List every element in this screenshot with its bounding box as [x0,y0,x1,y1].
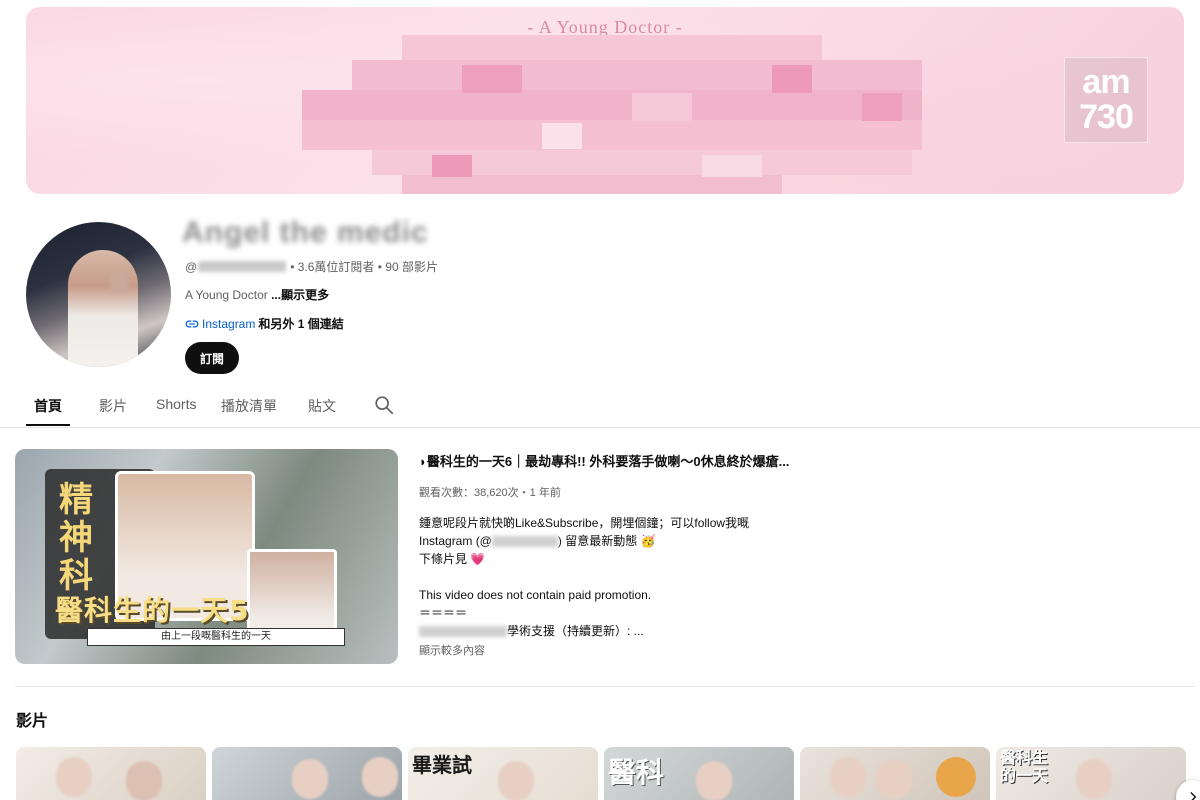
desc-line: ＝＝＝＝ [419,606,468,620]
desc-blank-line [419,568,749,586]
video-thumbnail[interactable] [800,747,990,800]
logo-line2: 730 [1079,98,1134,136]
video-thumbnail[interactable]: 畢業試 [408,747,598,800]
video-thumbnail[interactable] [212,747,402,800]
video-thumbnail[interactable] [16,747,206,800]
channel-name: Angel the medic [182,216,429,249]
channel-avatar[interactable] [26,222,171,367]
desc-line: This video does not contain paid promoti… [419,588,652,602]
thumb-food [936,757,976,797]
tab-posts[interactable]: 貼文 [308,396,336,416]
thumb-face [876,759,912,799]
thumb-text: 醫科生的一天 [1000,748,1049,785]
handle-redacted [491,536,558,548]
desc-line: 鍾意呢段片就快啲Like&Subscribe，開埋個鐘；可以follow我嘅 [419,516,750,530]
active-tab-indicator [26,424,70,426]
featured-video-description: 鍾意呢段片就快啲Like&Subscribe，開埋個鐘；可以follow我嘅 I… [419,514,749,640]
link-icon [185,319,199,328]
show-more-button[interactable]: 顯示較多內容 [419,642,485,658]
avatar-face-blur [110,270,128,292]
thumb-text: 醫科 [608,756,665,789]
tab-playlists[interactable]: 播放清單 [221,396,277,416]
search-icon[interactable] [373,394,395,416]
channel-meta: @ • 3.6萬位訂閱者 • 90 部影片 [185,258,438,275]
thumb-title: 醫科生的一天5 [55,594,250,627]
thumb-face [126,761,162,800]
thumb-face [830,757,866,797]
tab-home[interactable]: 首頁 [34,396,62,416]
desc-line: 學術支援（持續更新）: ... [419,622,749,640]
desc-line: Instagram (@ ) 留意最新動態 🥳 [419,532,749,550]
featured-video-title[interactable]: ◗醫科生的一天6｜最劫專科!! 外科要落手做喇〜0休息終於爆瘡... [419,451,789,470]
logo-line1: am [1082,63,1130,101]
banner-pixelated-area [302,35,922,194]
video-thumbnail[interactable]: 醫科生的一天 [996,747,1186,800]
thumb-subtitle: 由上一段嘅醫科生的一天 [87,628,345,646]
thumb-text: 畢業試 [412,753,472,777]
thumb-vertical-text: 精神科 [59,480,93,596]
section-divider [15,686,1195,687]
chevron-right-icon [1190,792,1197,800]
desc-academic: 學術支援（持續更新）: ... [507,624,644,638]
featured-video-thumbnail[interactable]: 精神科 醫科生的一天5 由上一段嘅醫科生的一天 [15,449,398,664]
subscribe-button[interactable]: 訂閱 [185,342,239,374]
desc-ig-prefix: Instagram (@ [419,534,492,548]
desc-line: 下條片見 💗 [419,552,486,566]
tab-videos[interactable]: 影片 [99,396,127,416]
thumb-face [362,757,398,797]
am730-logo: am 730 [1064,57,1148,143]
featured-video-views: 觀看次數：38,620次・1 年前 [419,487,561,499]
show-more-link[interactable]: ...顯示更多 [271,288,329,302]
thumb-face [1076,759,1112,799]
instagram-link[interactable]: Instagram [202,317,255,331]
tab-shorts[interactable]: Shorts [156,396,196,412]
videos-section-title: 影片 [16,713,49,730]
channel-stats: • 3.6萬位訂閱者 • 90 部影片 [290,260,438,274]
channel-description[interactable]: A Young Doctor ...顯示更多 [185,286,329,303]
description-text: A Young Doctor [185,288,272,302]
more-links-text[interactable]: 和另外 1 個連結 [258,315,343,332]
channel-banner: - A Young Doctor - am 730 [26,7,1184,194]
thumb-face [498,761,534,800]
handle-prefix: @ [185,259,198,274]
thumb-photo-small [247,549,337,639]
video-thumbnail[interactable]: 醫科 [604,747,794,800]
desc-ig-suffix: ) 留意最新動態 🥳 [557,534,656,548]
channel-tabs: 首頁 影片 Shorts 播放清單 貼文 [0,386,1200,428]
thumb-face [696,761,732,800]
handle-redacted [198,261,287,272]
channel-links[interactable]: Instagram 和另外 1 個連結 [185,315,344,332]
avatar-figure [68,250,138,367]
thumb-face [56,757,92,797]
text-redacted [419,626,507,638]
thumb-face [292,759,328,799]
